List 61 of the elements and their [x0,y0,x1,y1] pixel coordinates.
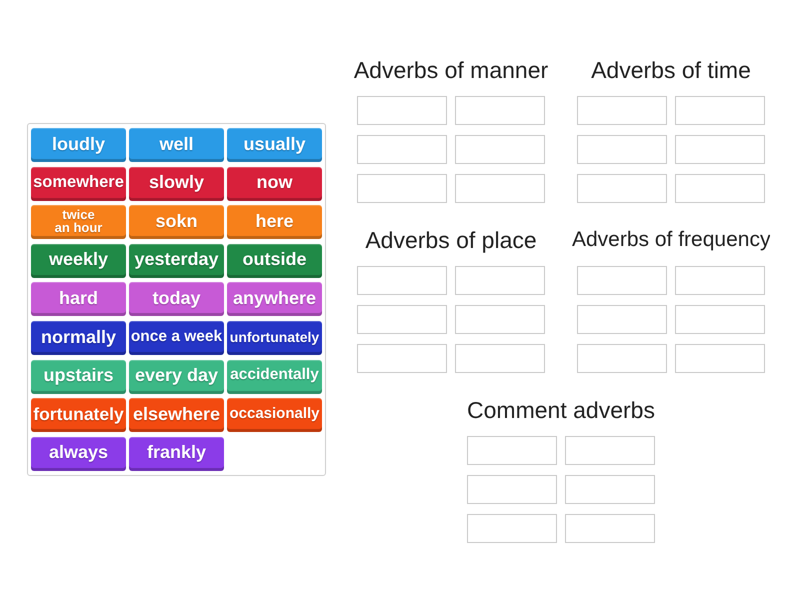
drop-slot[interactable] [577,266,667,295]
word-tile[interactable]: occasionally [227,398,322,432]
group-heading: Adverbs of place [364,226,538,255]
drop-slot[interactable] [455,266,545,295]
group-heading: Adverbs of time [590,56,752,85]
drop-slot[interactable] [467,514,557,543]
drop-slot[interactable] [565,514,655,543]
drop-slot[interactable] [357,135,447,164]
word-tile[interactable]: well [129,128,224,162]
drop-slot[interactable] [675,174,765,203]
drop-slot[interactable] [357,344,447,373]
drop-slot[interactable] [565,475,655,504]
drop-slot[interactable] [565,436,655,465]
word-tile[interactable]: elsewhere [129,398,224,432]
word-tile[interactable]: once a week [129,320,224,355]
word-tile[interactable]: twice an hour [31,205,126,240]
word-tile[interactable]: yesterday [129,244,224,278]
drop-slot[interactable] [675,96,765,125]
drop-slot[interactable] [455,174,545,203]
word-tile[interactable]: here [227,205,322,240]
word-tile[interactable]: accidentally [227,360,322,394]
word-tile[interactable]: sokn [129,205,224,240]
word-tile[interactable]: weekly [31,244,126,278]
drop-slot[interactable] [675,266,765,295]
word-tile[interactable]: slowly [129,166,224,201]
drop-slot[interactable] [577,344,667,373]
word-tile[interactable]: unfortunately [227,320,322,355]
drop-slot[interactable] [467,475,557,504]
drop-slot[interactable] [357,96,447,125]
drop-slot[interactable] [577,305,667,334]
word-tile[interactable]: loudly [31,128,126,162]
word-tile[interactable]: now [227,166,322,201]
drop-slot[interactable] [675,135,765,164]
drop-slot[interactable] [675,305,765,334]
word-tile[interactable]: normally [31,320,126,355]
drop-slot[interactable] [577,135,667,164]
word-tile[interactable]: frankly [129,436,224,471]
word-tile[interactable]: upstairs [31,360,126,394]
drop-slot[interactable] [675,344,765,373]
drop-slot[interactable] [577,96,667,125]
drop-slot[interactable] [455,344,545,373]
drop-slot[interactable] [357,174,447,203]
drop-slot[interactable] [577,174,667,203]
drop-slot[interactable] [455,96,545,125]
group-heading: Comment adverbs [466,396,656,425]
drop-slot[interactable] [455,305,545,334]
word-tile[interactable]: outside [227,244,322,278]
word-tile[interactable]: anywhere [227,282,322,316]
drop-slot[interactable] [357,266,447,295]
group-heading: Adverbs of manner [352,56,550,85]
word-tile[interactable]: always [31,436,126,471]
drop-slot[interactable] [357,305,447,334]
word-tile[interactable]: fortunately [31,398,126,432]
word-tile[interactable]: every day [129,360,224,394]
group-heading: Adverbs of frequency [572,227,770,253]
word-tile[interactable]: today [129,282,224,316]
word-tile[interactable]: usually [227,128,322,162]
word-tile[interactable]: somewhere [31,166,126,201]
word-tile[interactable]: hard [31,282,126,316]
drop-slot[interactable] [455,135,545,164]
drop-slot[interactable] [467,436,557,465]
